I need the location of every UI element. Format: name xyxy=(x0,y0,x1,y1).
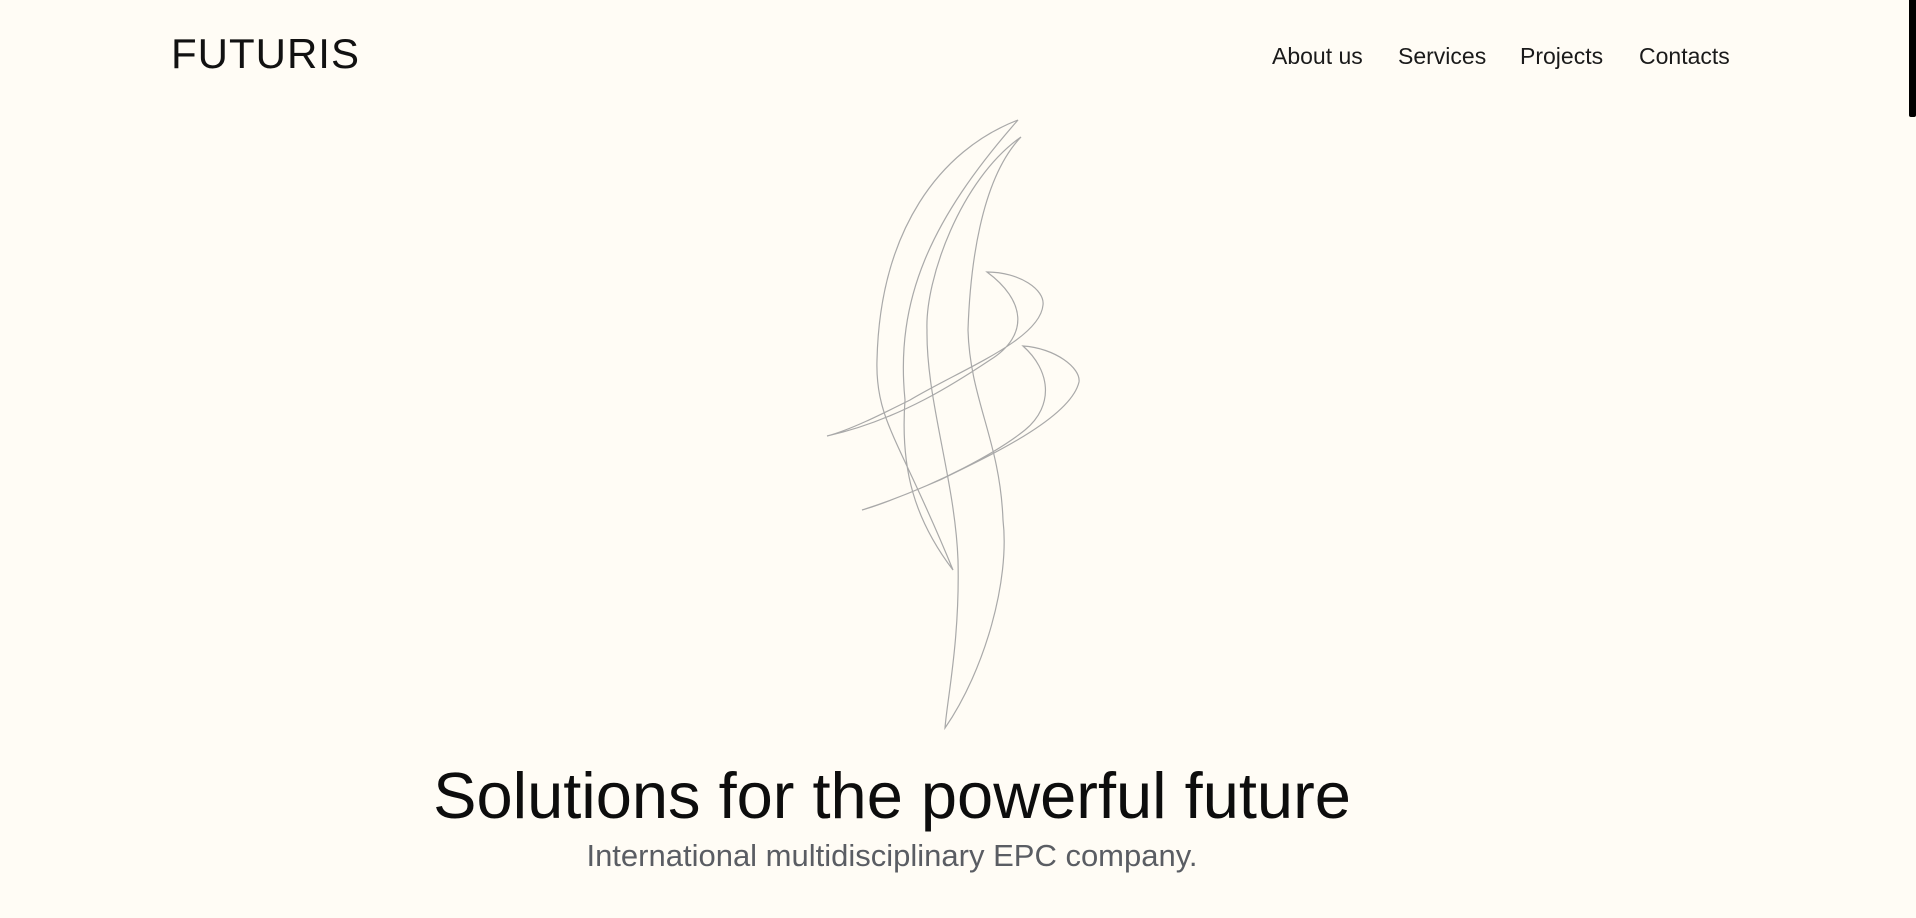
hero-subtitle: International multidisciplinary EPC comp… xyxy=(586,838,1198,873)
scrollbar[interactable] xyxy=(1909,0,1916,117)
swoosh-lower xyxy=(861,345,1080,511)
crescent-outer xyxy=(876,119,1019,571)
hero-title: Solutions for the powerful future xyxy=(433,759,1351,832)
